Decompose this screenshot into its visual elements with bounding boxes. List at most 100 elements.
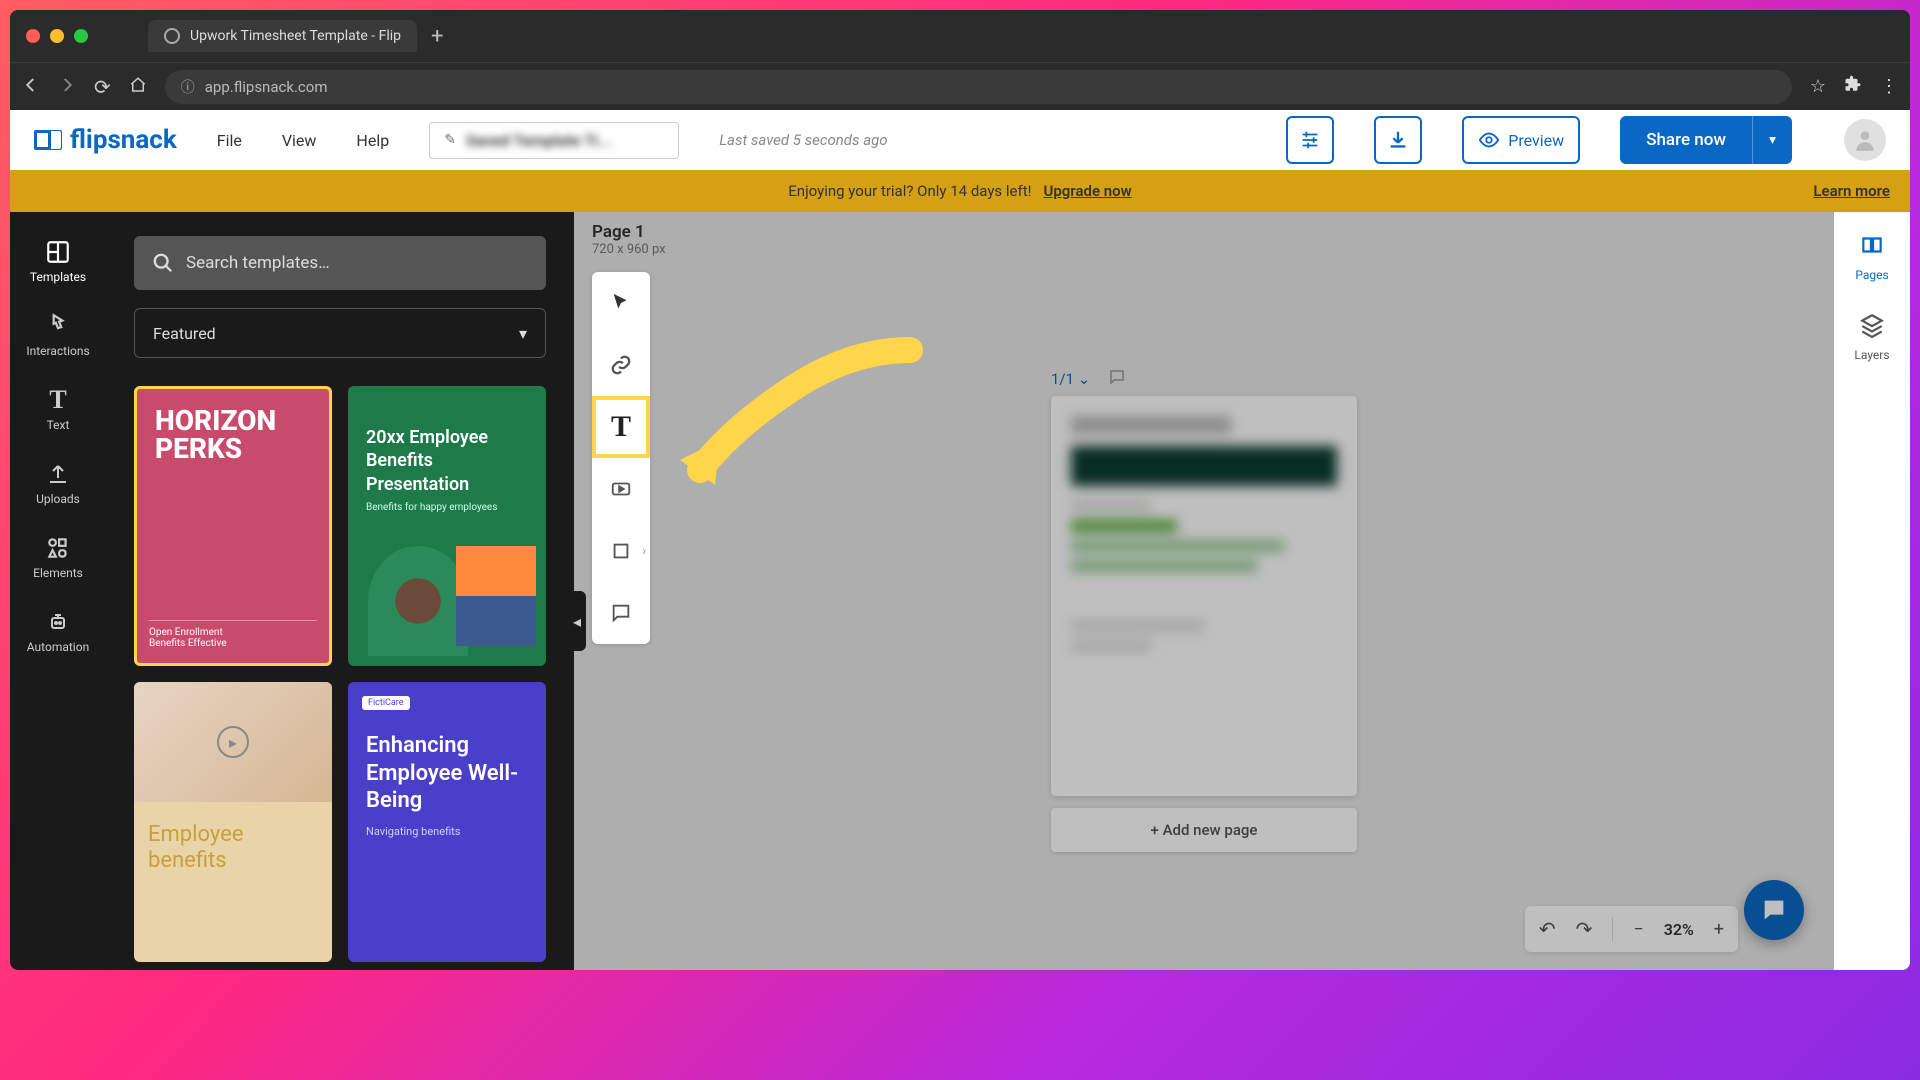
user-avatar[interactable] <box>1844 119 1886 161</box>
video-tool[interactable] <box>592 458 650 520</box>
menu-help[interactable]: Help <box>356 131 389 150</box>
minimize-window-icon[interactable] <box>50 29 64 43</box>
zoom-in-button[interactable]: + <box>1714 919 1724 940</box>
home-button[interactable] <box>129 75 147 99</box>
left-rail: Templates Interactions T Text Uploads El… <box>10 212 106 970</box>
rail-interactions[interactable]: Interactions <box>10 298 106 372</box>
preview-button[interactable]: Preview <box>1462 116 1580 164</box>
link-tool[interactable] <box>592 334 650 396</box>
rail-text[interactable]: T Text <box>10 372 106 446</box>
category-value: Featured <box>153 324 216 343</box>
rail-elements[interactable]: Elements <box>10 520 106 594</box>
pages-icon <box>1859 232 1885 264</box>
redo-button[interactable]: ↷ <box>1576 917 1593 941</box>
menu-file[interactable]: File <box>217 131 242 150</box>
undo-button[interactable]: ↶ <box>1539 917 1556 941</box>
template-card-1[interactable]: HORIZON PERKS Open EnrollmentBenefits Ef… <box>134 386 332 666</box>
page-dimensions: 720 x 960 px <box>592 242 666 257</box>
document-name: Saved Template Ti... <box>466 131 612 150</box>
rail-uploads[interactable]: Uploads <box>10 446 106 520</box>
template-card-2[interactable]: 20xx Employee Benefits Presentation Bene… <box>348 386 546 666</box>
maximize-window-icon[interactable] <box>74 29 88 43</box>
add-page-button[interactable]: + Add new page <box>1051 808 1357 852</box>
tab-title: Upwork Timesheet Template - Flip <box>190 28 401 44</box>
right-rail-layers[interactable]: Layers <box>1854 312 1889 362</box>
share-button[interactable]: Share now <box>1620 116 1752 164</box>
rail-templates-label: Templates <box>30 270 86 284</box>
logo[interactable]: flipsnack <box>34 125 177 155</box>
template-card-3[interactable]: ▸ Employee benefits <box>134 682 332 962</box>
reload-button[interactable]: ⟳ <box>94 75 111 99</box>
browser-titlebar: Upwork Timesheet Template - Flip + <box>10 10 1910 62</box>
settings-button[interactable] <box>1286 116 1334 164</box>
rail-automation[interactable]: Automation <box>10 594 106 668</box>
browser-toolbar: ⟳ ⓘ app.flipsnack.com ☆ ⋮ <box>10 62 1910 110</box>
right-rail-layers-label: Layers <box>1854 348 1889 362</box>
text-tool[interactable]: T <box>592 396 650 458</box>
rail-templates[interactable]: Templates <box>10 224 106 298</box>
tab-favicon <box>164 28 180 44</box>
learn-more-link[interactable]: Learn more <box>1813 182 1890 200</box>
trial-banner: Enjoying your trial? Only 14 days left! … <box>10 170 1910 212</box>
collapse-panel-button[interactable]: ◂ <box>568 591 586 651</box>
logo-text: flipsnack <box>70 125 177 155</box>
text-icon: T <box>44 386 72 414</box>
template-card-4[interactable]: FictiCare Enhancing Employee Well-Being … <box>348 682 546 962</box>
zoom-controls: ↶ ↷ − 32% + <box>1525 906 1738 952</box>
page-comment-icon[interactable] <box>1108 368 1126 390</box>
window-controls[interactable] <box>26 29 88 43</box>
new-tab-button[interactable]: + <box>431 24 443 49</box>
back-button[interactable] <box>22 75 40 99</box>
uploads-icon <box>44 460 72 488</box>
right-rail: Pages Layers <box>1834 212 1910 970</box>
chat-button[interactable] <box>1744 880 1804 940</box>
url-text: app.flipsnack.com <box>205 78 328 96</box>
right-rail-pages[interactable]: Pages <box>1855 232 1888 282</box>
page-thumbnail[interactable] <box>1051 396 1357 796</box>
chevron-down-icon: ▾ <box>519 324 527 343</box>
close-window-icon[interactable] <box>26 29 40 43</box>
document-name-field[interactable]: ✎ Saved Template Ti... <box>429 122 679 159</box>
comment-tool[interactable] <box>592 582 650 644</box>
category-dropdown[interactable]: Featured ▾ <box>134 308 546 358</box>
automation-icon <box>44 608 72 636</box>
banner-text: Enjoying your trial? Only 14 days left! <box>788 182 1031 200</box>
last-saved-text: Last saved 5 seconds ago <box>719 131 887 149</box>
bookmark-star-icon[interactable]: ☆ <box>1810 76 1826 97</box>
forward-button[interactable] <box>58 75 76 99</box>
rail-uploads-label: Uploads <box>36 492 80 506</box>
browser-tab[interactable]: Upwork Timesheet Template - Flip <box>148 20 417 52</box>
download-button[interactable] <box>1374 116 1422 164</box>
search-input[interactable] <box>186 253 528 273</box>
rail-automation-label: Automation <box>27 640 89 654</box>
menu-view[interactable]: View <box>282 131 317 150</box>
share-dropdown[interactable]: ▾ <box>1752 116 1792 164</box>
site-info-icon[interactable]: ⓘ <box>181 77 195 97</box>
layers-icon <box>1859 312 1885 344</box>
upgrade-link[interactable]: Upgrade now <box>1043 182 1131 200</box>
shape-tool[interactable]: › <box>592 520 650 582</box>
search-templates[interactable] <box>134 236 546 290</box>
right-rail-pages-label: Pages <box>1855 268 1888 282</box>
zoom-value: 32% <box>1664 920 1694 939</box>
search-icon <box>152 252 174 274</box>
chevron-down-icon: ⌄ <box>1078 370 1091 388</box>
extensions-icon[interactable] <box>1844 75 1862 98</box>
rail-elements-label: Elements <box>33 566 83 580</box>
templates-icon <box>44 238 72 266</box>
browser-menu-icon[interactable]: ⋮ <box>1880 76 1898 97</box>
page-label: Page 1 <box>592 222 666 242</box>
zoom-out-button[interactable]: − <box>1633 919 1643 940</box>
address-bar[interactable]: ⓘ app.flipsnack.com <box>165 70 1792 104</box>
rail-text-label: Text <box>47 418 70 432</box>
elements-icon <box>44 534 72 562</box>
tool-column: T › <box>592 272 650 644</box>
rail-interactions-label: Interactions <box>26 344 89 358</box>
template-2-title: 20xx Employee Benefits Presentation <box>348 386 546 496</box>
select-tool[interactable] <box>592 272 650 334</box>
preview-label: Preview <box>1508 131 1564 150</box>
play-icon: ▸ <box>217 726 249 758</box>
page-pager[interactable]: 1/1 ⌄ <box>1051 370 1090 388</box>
edit-icon: ✎ <box>444 132 456 148</box>
canvas-area[interactable]: Page 1 720 x 960 px T › 1/1 ⌄ <box>574 212 1834 970</box>
